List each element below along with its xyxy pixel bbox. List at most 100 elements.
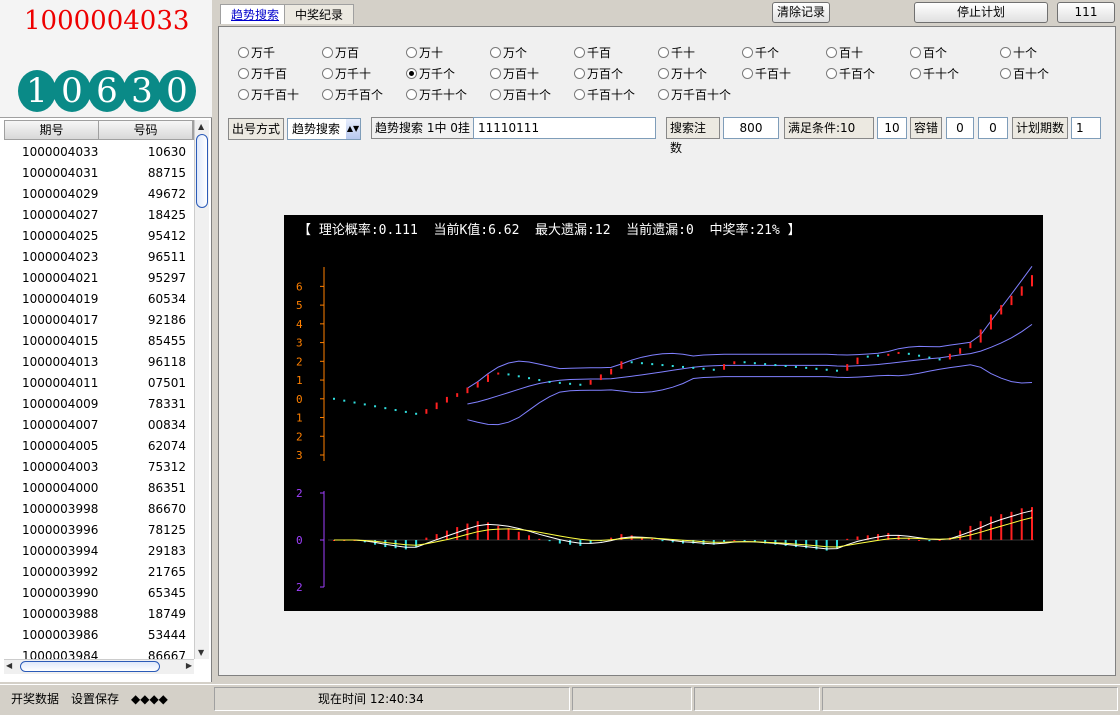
table-row[interactable]: 1000004015 85455 [4,331,194,352]
table-row[interactable]: 1000004005 62074 [4,436,194,457]
table-row[interactable]: 1000003990 65345 [4,583,194,604]
option-row1-7[interactable]: 百十 [826,44,863,62]
radio-icon[interactable] [322,47,333,58]
vertical-scrollbar[interactable]: ▲ ▼ [194,120,209,659]
option-row1-9[interactable]: 十个 [1000,44,1037,62]
status-draw-data[interactable]: 开奖数据 [11,689,59,709]
condition-input[interactable]: 10 [877,117,907,139]
table-row[interactable]: 1000004000 86351 [4,478,194,499]
plan-periods-input[interactable]: 1 [1071,117,1101,139]
table-row[interactable]: 1000004009 78331 [4,394,194,415]
radio-icon[interactable] [1000,68,1011,79]
tolerance-input-b[interactable]: 0 [978,117,1008,139]
radio-icon[interactable] [490,89,501,100]
table-row[interactable]: 1000004003 75312 [4,457,194,478]
radio-icon[interactable] [742,68,753,79]
clear-records-button[interactable]: 清除记录 [772,2,830,23]
option-row2-7[interactable]: 千百个 [826,65,875,83]
option-row2-6[interactable]: 千百十 [742,65,791,83]
table-row[interactable]: 1000003996 78125 [4,520,194,541]
radio-icon[interactable] [574,68,585,79]
radio-icon[interactable] [826,47,837,58]
table-row[interactable]: 1000004033 10630 [4,142,194,163]
radio-icon[interactable] [406,89,417,100]
option-row2-8[interactable]: 千十个 [910,65,959,83]
radio-icon[interactable] [322,89,333,100]
option-row3-0[interactable]: 万千百十 [238,86,299,104]
status-save-settings[interactable]: 设置保存 [71,689,119,709]
plan-count-button[interactable]: 111 [1057,2,1115,23]
option-row3-4[interactable]: 千百十个 [574,86,635,104]
option-row1-6[interactable]: 千个 [742,44,779,62]
table-row[interactable]: 1000003992 21765 [4,562,194,583]
option-row2-5[interactable]: 万十个 [658,65,707,83]
radio-icon[interactable] [742,47,753,58]
radio-icon[interactable] [490,68,501,79]
radio-icon[interactable] [238,47,249,58]
tolerance-input-a[interactable]: 0 [946,117,974,139]
option-row1-4[interactable]: 千百 [574,44,611,62]
table-row[interactable]: 1000004017 92186 [4,310,194,331]
table-row[interactable]: 1000004027 18425 [4,205,194,226]
scroll-left-icon[interactable]: ◀ [6,661,12,670]
radio-icon[interactable] [406,68,417,79]
option-row1-8[interactable]: 百个 [910,44,947,62]
table-row[interactable]: 1000004013 96118 [4,352,194,373]
radio-icon[interactable] [658,89,669,100]
table-row[interactable]: 1000004025 95412 [4,226,194,247]
column-header-issue[interactable]: 期号 [5,121,99,139]
table-row[interactable]: 1000003986 53444 [4,625,194,646]
bets-input[interactable]: 800 [723,117,779,139]
mode-select[interactable]: 趋势搜索 ▲▼ [287,118,361,140]
scroll-right-icon[interactable]: ▶ [186,661,192,670]
tab-trend-search[interactable]: 趋势搜索 [220,4,291,24]
radio-icon[interactable] [574,47,585,58]
radio-icon[interactable] [490,47,501,58]
table-row[interactable]: 1000004031 88715 [4,163,194,184]
column-header-number[interactable]: 号码 [99,121,193,139]
option-row2-2[interactable]: 万千个 [406,65,455,83]
option-row1-2[interactable]: 万十 [406,44,443,62]
option-row1-1[interactable]: 万百 [322,44,359,62]
tab-win-record[interactable]: 中奖纪录 [284,4,355,24]
table-row[interactable]: 1000003994 29183 [4,541,194,562]
radio-icon[interactable] [658,47,669,58]
option-row2-0[interactable]: 万千百 [238,65,287,83]
dropdown-arrow-icon[interactable]: ▲▼ [346,119,360,139]
option-row1-5[interactable]: 千十 [658,44,695,62]
option-row2-9[interactable]: 百十个 [1000,65,1049,83]
option-row3-3[interactable]: 万百十个 [490,86,551,104]
radio-icon[interactable] [238,68,249,79]
table-row[interactable]: 1000003988 18749 [4,604,194,625]
table-row[interactable]: 1000004023 96511 [4,247,194,268]
table-row[interactable]: 1000004019 60534 [4,289,194,310]
table-row[interactable]: 1000004007 00834 [4,415,194,436]
option-row3-5[interactable]: 万千百十个 [658,86,731,104]
radio-icon[interactable] [910,47,921,58]
radio-icon[interactable] [826,68,837,79]
radio-icon[interactable] [1000,47,1011,58]
stop-plan-button[interactable]: 停止计划 [914,2,1048,23]
option-row1-3[interactable]: 万个 [490,44,527,62]
option-row2-4[interactable]: 万百个 [574,65,623,83]
table-row[interactable]: 1000004021 95297 [4,268,194,289]
option-row3-2[interactable]: 万千十个 [406,86,467,104]
radio-icon[interactable] [910,68,921,79]
table-row[interactable]: 1000003984 86667 [4,646,194,659]
radio-icon[interactable] [406,47,417,58]
horizontal-scrollbar[interactable]: ◀ ▶ [4,659,194,674]
horizontal-scroll-thumb[interactable] [20,661,160,672]
radio-icon[interactable] [658,68,669,79]
radio-icon[interactable] [238,89,249,100]
vertical-scroll-thumb[interactable] [196,134,208,208]
option-row2-1[interactable]: 万千十 [322,65,371,83]
option-row2-3[interactable]: 万百十 [490,65,539,83]
scroll-up-icon[interactable]: ▲ [198,122,204,131]
table-row[interactable]: 1000003998 86670 [4,499,194,520]
scroll-down-icon[interactable]: ▼ [198,648,204,657]
option-row3-1[interactable]: 万千百个 [322,86,383,104]
radio-icon[interactable] [322,68,333,79]
table-row[interactable]: 1000004029 49672 [4,184,194,205]
table-row[interactable]: 1000004011 07501 [4,373,194,394]
search-pattern-input[interactable]: 11110111 [473,117,656,139]
